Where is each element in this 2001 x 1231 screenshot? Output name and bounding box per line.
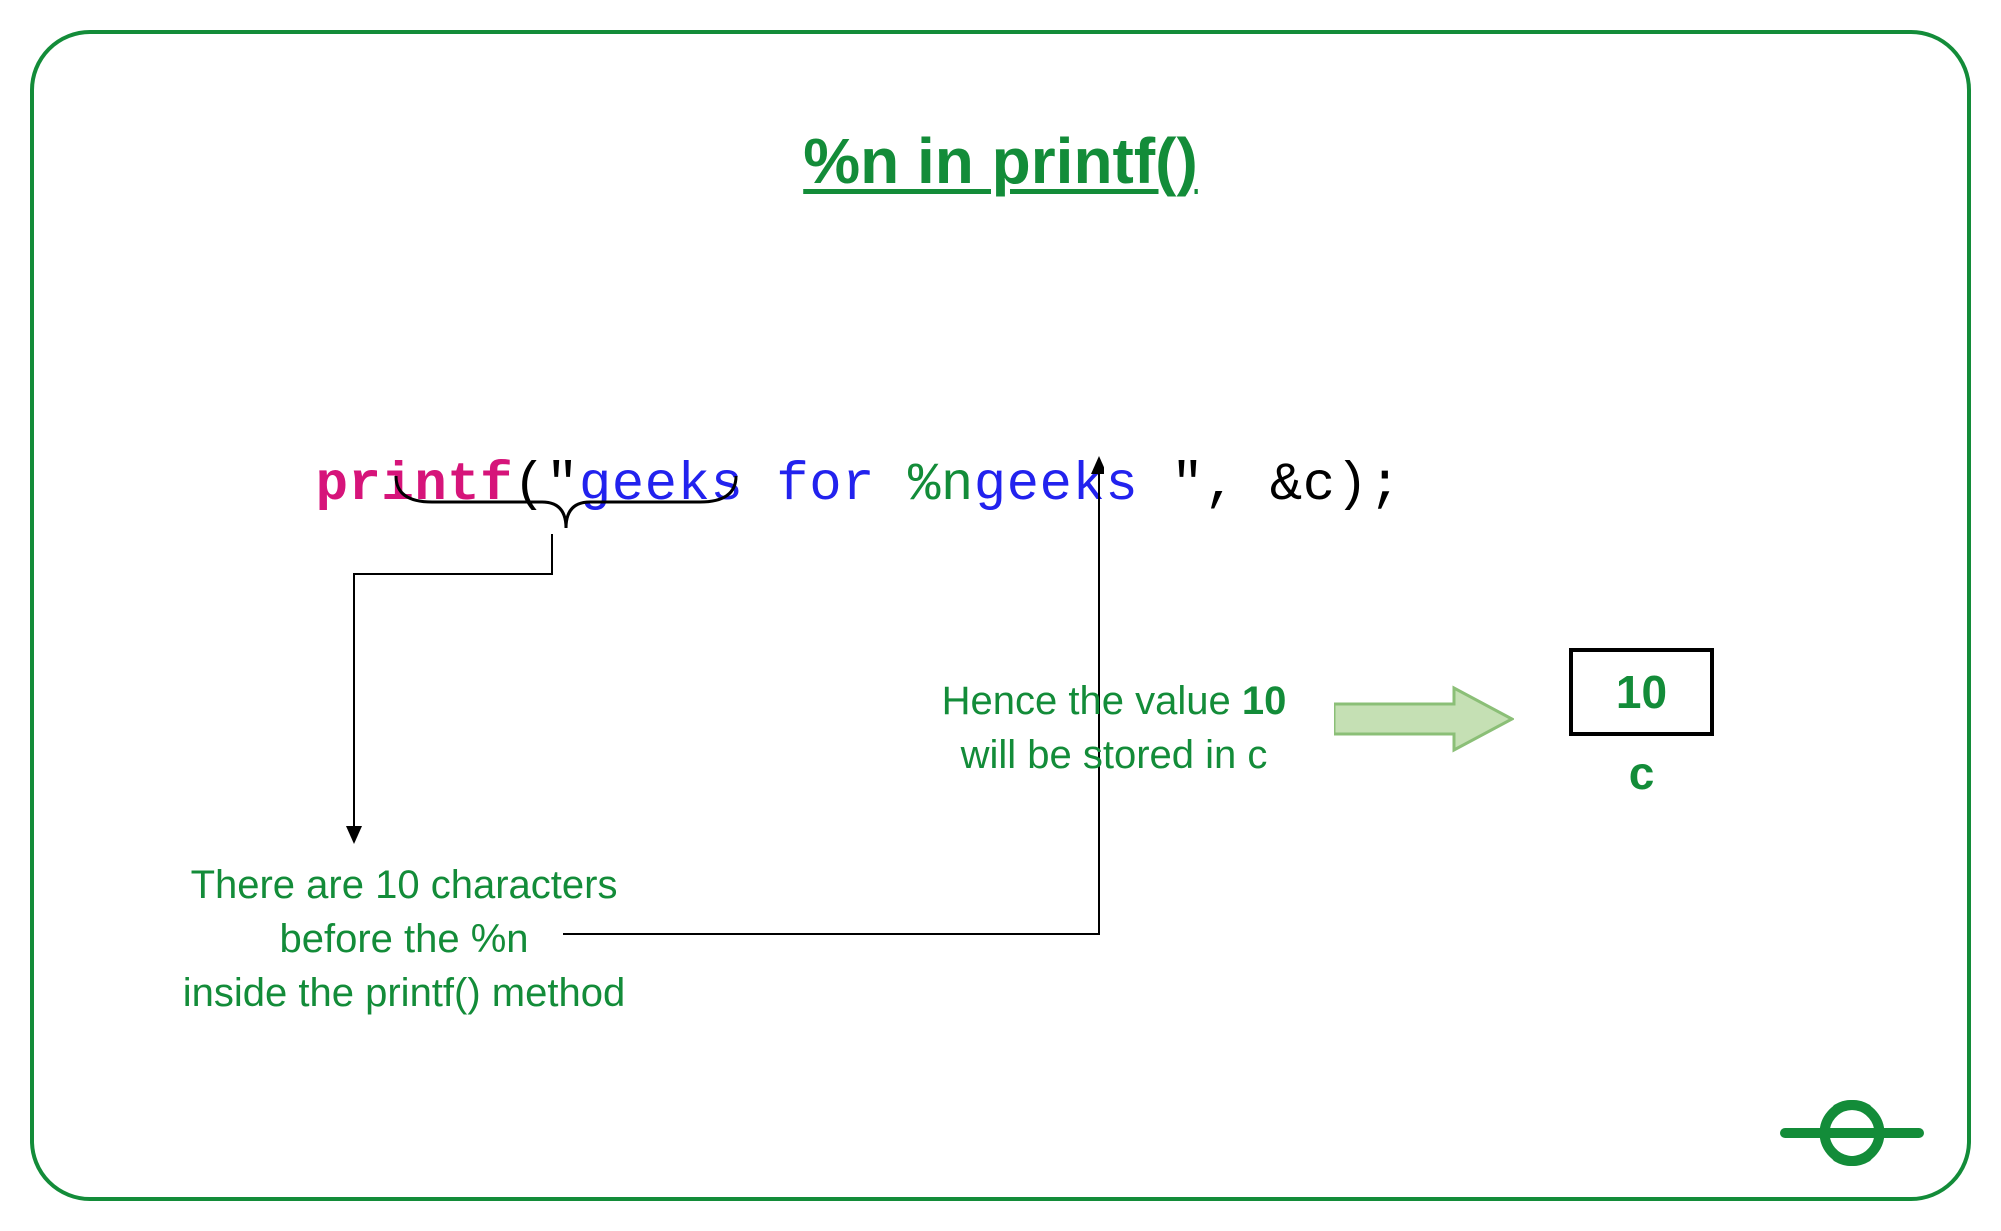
explanation-left-line2: before the %n — [279, 917, 528, 961]
result-var-label: c — [1569, 746, 1714, 800]
arrow-left-elbow-icon — [334, 534, 554, 844]
diagram-title: %n in printf() — [34, 124, 1967, 198]
explanation-right: Hence the value 10 will be stored in c — [904, 674, 1324, 782]
explanation-right-line2: will be stored in c — [961, 733, 1268, 777]
result-box: 10 — [1569, 648, 1714, 736]
explanation-left-line1: There are 10 characters — [191, 863, 618, 907]
explanation-left: There are 10 characters before the %n in… — [134, 858, 674, 1020]
explanation-left-line3: inside the printf() method — [183, 971, 625, 1015]
diagram-card: %n in printf() printf("geeks for %ngeeks… — [30, 30, 1971, 1201]
code-quote-close: " — [1171, 455, 1204, 516]
result-arrow-icon — [1334, 684, 1514, 754]
explanation-right-line1-strong: 10 — [1242, 679, 1287, 723]
result-value: 10 — [1616, 665, 1667, 719]
gfg-logo-icon — [1777, 1093, 1927, 1173]
explanation-right-line1-pre: Hence the value — [942, 679, 1242, 723]
code-args: , &c); — [1204, 455, 1401, 516]
